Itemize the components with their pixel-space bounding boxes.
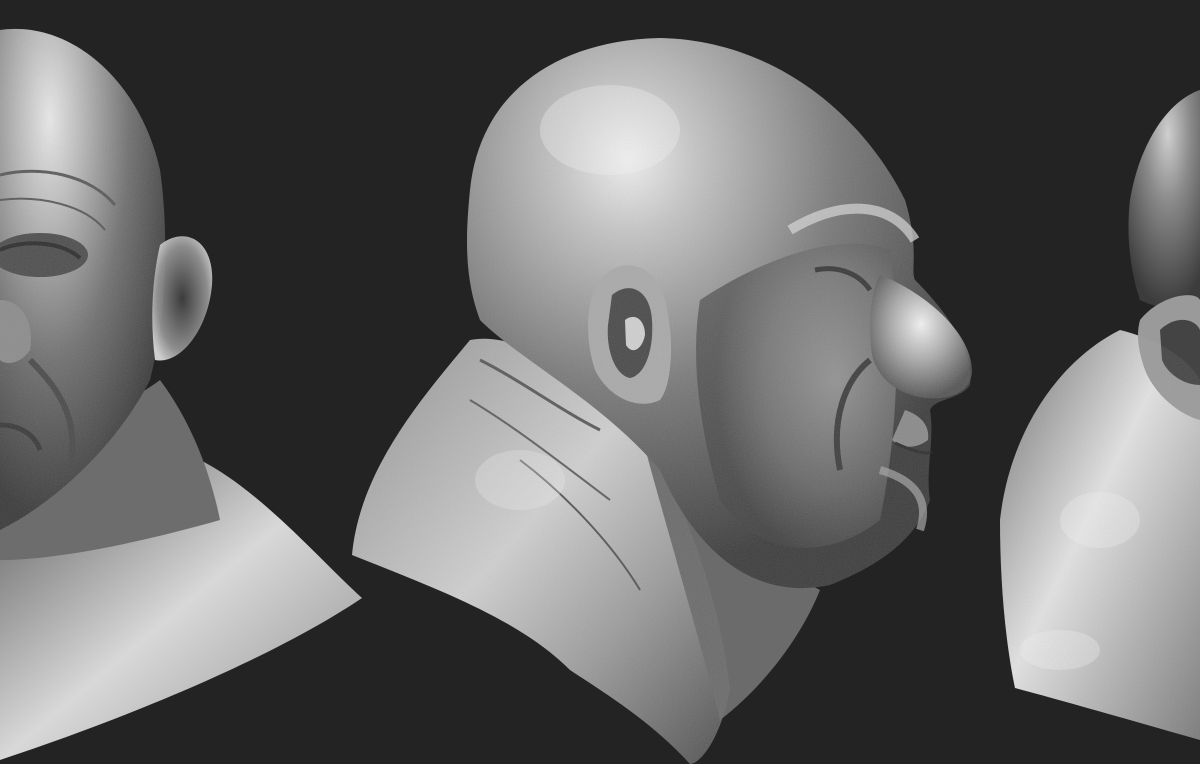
right-bust-head: [1128, 90, 1200, 308]
sculpt-render: [0, 28, 1200, 764]
sculpt-viewport: [0, 0, 1200, 764]
